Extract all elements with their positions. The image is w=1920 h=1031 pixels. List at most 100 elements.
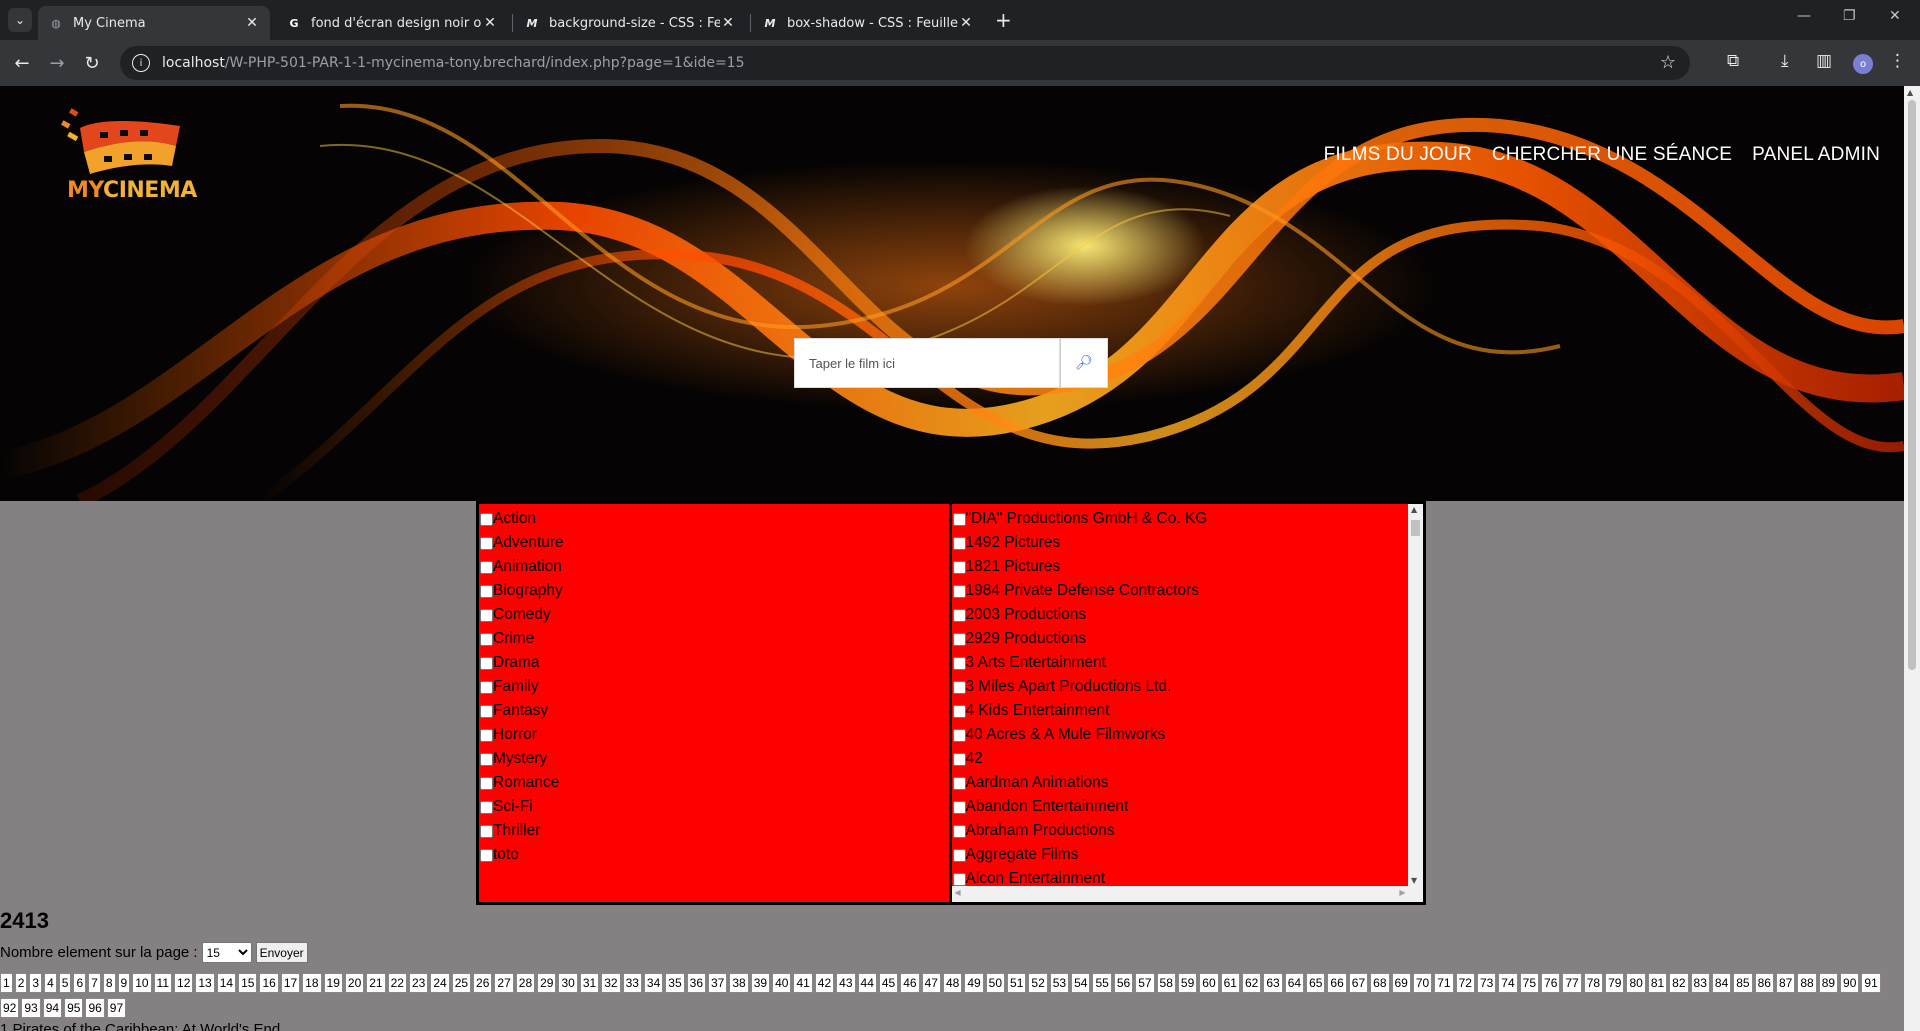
page-link[interactable]: 78	[1583, 972, 1604, 993]
page-link[interactable]: 6	[73, 972, 87, 993]
page-link[interactable]: 68	[1370, 972, 1390, 993]
company-option[interactable]: 2929 Productions	[952, 627, 1424, 651]
genre-option[interactable]: Family	[479, 675, 949, 699]
genre-option[interactable]: Horror	[479, 723, 949, 747]
company-option[interactable]: 2003 Productions	[952, 603, 1424, 627]
page-link[interactable]: 47	[921, 972, 941, 993]
page-link[interactable]: 10	[132, 972, 152, 993]
scroll-up-arrow-icon[interactable]: ▲	[1411, 505, 1417, 514]
page-link[interactable]: 8	[102, 972, 116, 993]
page-link[interactable]: 5	[58, 972, 72, 993]
genre-option[interactable]: Fantasy	[479, 699, 949, 723]
tab-google-search[interactable]: G fond d'écran design noir orang ✕	[276, 6, 508, 40]
company-checkbox[interactable]	[952, 608, 966, 622]
page-link[interactable]: 35	[665, 972, 685, 993]
page-link[interactable]: 66	[1327, 972, 1347, 993]
genre-checkbox[interactable]	[480, 608, 493, 622]
company-option[interactable]: Abandon Entertainment	[952, 795, 1424, 819]
genre-checkbox[interactable]	[480, 848, 493, 862]
page-link[interactable]: 27	[494, 972, 514, 993]
tab-my-cinema[interactable]: ◍ My Cinema ✕	[38, 6, 270, 40]
page-link[interactable]: 52	[1028, 972, 1048, 993]
page-link[interactable]: 58	[1156, 972, 1176, 993]
page-link[interactable]: 50	[985, 972, 1006, 993]
scroll-right-arrow-icon[interactable]: ▶	[1399, 888, 1405, 897]
page-link[interactable]: 79	[1605, 972, 1625, 993]
genre-option[interactable]: Romance	[479, 771, 949, 795]
tab-mdn-box-shadow[interactable]: M box-shadow - CSS : Feuilles de ✕	[752, 6, 984, 40]
page-link[interactable]: 19	[323, 972, 343, 993]
page-link[interactable]: 16	[259, 972, 279, 993]
page-link[interactable]: 12	[174, 972, 194, 993]
page-link[interactable]: 53	[1049, 972, 1070, 993]
genre-option[interactable]: Action	[479, 507, 949, 531]
page-link[interactable]: 90	[1840, 972, 1860, 993]
profile-avatar[interactable]: o	[1853, 54, 1873, 74]
page-link[interactable]: 54	[1071, 972, 1091, 993]
genre-checkbox[interactable]	[480, 752, 493, 766]
company-filter-list[interactable]: "DIA" Productions GmbH & Co. KG 1492 Pict…	[951, 504, 1424, 902]
company-option[interactable]: Abraham Productions	[952, 819, 1424, 843]
page-link[interactable]: 20	[344, 972, 365, 993]
genre-option[interactable]: Biography	[479, 579, 949, 603]
nav-panel-admin[interactable]: PANEL ADMIN	[1752, 144, 1880, 166]
page-link[interactable]: 63	[1263, 972, 1283, 993]
genre-checkbox[interactable]	[480, 536, 493, 550]
page-link[interactable]: 60	[1199, 972, 1219, 993]
page-link[interactable]: 40	[772, 972, 792, 993]
page-link[interactable]: 71	[1434, 972, 1454, 993]
film-search-input[interactable]	[794, 338, 1060, 388]
page-link[interactable]: 18	[302, 972, 322, 993]
company-checkbox[interactable]	[952, 848, 966, 862]
new-tab-button[interactable]: +	[995, 8, 1012, 32]
page-link[interactable]: 22	[387, 972, 407, 993]
genre-checkbox[interactable]	[480, 728, 493, 742]
page-link[interactable]: 59	[1177, 972, 1198, 993]
tab-mdn-background-size[interactable]: M background-size - CSS : Feuille ✕	[514, 6, 746, 40]
page-link[interactable]: 88	[1797, 972, 1817, 993]
page-link[interactable]: 84	[1711, 972, 1732, 993]
extensions-icon[interactable]: ⧉	[1727, 51, 1739, 71]
company-list-vertical-scrollbar[interactable]: ▲ ▼	[1408, 504, 1423, 886]
search-button[interactable]: 🔎︎	[1060, 338, 1108, 388]
genre-checkbox[interactable]	[480, 632, 493, 646]
genre-option[interactable]: Animation	[479, 555, 949, 579]
page-link[interactable]: 7	[88, 972, 101, 993]
company-checkbox[interactable]	[952, 632, 966, 646]
page-link[interactable]: 56	[1113, 972, 1134, 993]
company-option[interactable]: "DIA" Productions GmbH & Co. KG	[952, 507, 1424, 531]
submit-button[interactable]: Envoyer	[255, 942, 308, 963]
genre-checkbox[interactable]	[480, 680, 493, 694]
page-link[interactable]: 87	[1775, 972, 1796, 993]
close-tab-icon[interactable]: ✕	[244, 15, 260, 31]
company-checkbox[interactable]	[952, 872, 966, 886]
forward-icon[interactable]: →	[45, 51, 69, 75]
page-link[interactable]: 15	[238, 972, 258, 993]
page-link[interactable]: 36	[686, 972, 706, 993]
page-link[interactable]: 3	[29, 972, 43, 993]
genre-option[interactable]: Drama	[479, 651, 949, 675]
page-vertical-scrollbar[interactable]: ▲	[1904, 86, 1920, 1031]
genre-checkbox[interactable]	[480, 512, 493, 526]
company-checkbox[interactable]	[952, 584, 966, 598]
company-option[interactable]: 1492 Pictures	[952, 531, 1424, 555]
genre-option[interactable]: Adventure	[479, 531, 949, 555]
genre-checkbox[interactable]	[480, 584, 493, 598]
page-link[interactable]: 77	[1562, 972, 1582, 993]
page-link[interactable]: 21	[366, 972, 386, 993]
page-link[interactable]: 93	[21, 997, 41, 1018]
page-link[interactable]: 81	[1647, 972, 1668, 993]
page-link[interactable]: 96	[85, 997, 105, 1018]
company-checkbox[interactable]	[952, 560, 966, 574]
genre-option[interactable]: Comedy	[479, 603, 949, 627]
page-link[interactable]: 92	[0, 997, 20, 1018]
bookmark-star-icon[interactable]: ☆	[1660, 52, 1676, 73]
close-tab-icon[interactable]: ✕	[720, 15, 736, 31]
tab-search-button[interactable]: ⌄	[8, 8, 32, 32]
genre-checkbox[interactable]	[480, 800, 493, 814]
scroll-left-arrow-icon[interactable]: ◀	[955, 888, 961, 897]
page-link[interactable]: 37	[708, 972, 728, 993]
page-link[interactable]: 91	[1861, 972, 1881, 993]
company-option[interactable]: 1984 Private Defense Contractors	[952, 579, 1424, 603]
company-option[interactable]: 3 Arts Entertainment	[952, 651, 1424, 675]
